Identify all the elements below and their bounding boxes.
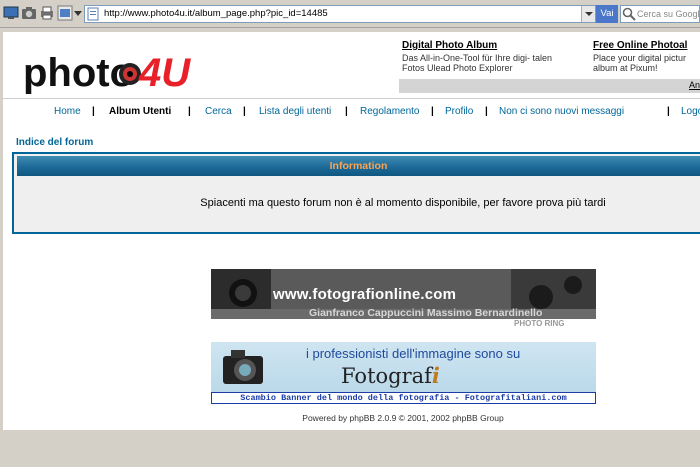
address-bar[interactable]: http://www.photo4u.it/album_page.php?pic… <box>84 5 596 23</box>
camera-icon <box>223 350 263 384</box>
ad-1-line: Fotos Ulead Photo Explorer <box>402 63 513 73</box>
nav-separator: | <box>667 106 670 117</box>
google-search-icon <box>622 7 636 21</box>
url-text[interactable]: http://www.photo4u.it/album_page.php?pic… <box>104 8 328 19</box>
banner-2-tagline: i professionisti dell'immagine sono su <box>306 346 521 361</box>
printer-icon[interactable] <box>39 5 55 21</box>
url-dropdown-button[interactable] <box>581 6 595 22</box>
nav-profilo[interactable]: Profilo <box>445 106 473 117</box>
powered-by-text: Powered by phpBB 2.0.9 © 2001, 2002 phpB… <box>302 413 504 423</box>
banner-2-brand: Fotografi <box>341 363 440 388</box>
nav-logout[interactable]: Logout [ c <box>681 106 700 117</box>
camera-icon[interactable] <box>21 5 37 21</box>
logo-4u-text: 4U <box>138 51 191 94</box>
nav-separator: | <box>243 106 246 117</box>
forum-index-link[interactable]: Indice del forum <box>16 137 93 148</box>
ad-bottom-strip <box>399 79 700 93</box>
nav-home[interactable]: Home <box>54 106 81 117</box>
photo4u-logo[interactable]: photo 4U <box>21 44 201 94</box>
browser-viewport: photo 4U Digital Photo Album Das All-in-… <box>0 28 700 467</box>
banner-2-footer: Scambio Banner del mondo della fotografi… <box>211 392 596 404</box>
header-divider <box>3 98 700 99</box>
ads-more-link[interactable]: An <box>689 80 700 90</box>
fotografi-banner[interactable]: i professionisti dell'immagine sono su F… <box>211 342 596 404</box>
dropdown-icon[interactable] <box>73 5 83 21</box>
nav-regolamento[interactable]: Regolamento <box>360 106 419 117</box>
ad-2[interactable]: Free Online Photoal Place your digital p… <box>593 41 687 74</box>
fotografionline-banner[interactable]: www.fotografionline.com Gianfranco Cappu… <box>211 269 596 319</box>
information-header: Information <box>17 156 700 176</box>
banner-2-brand-main: Fotograf <box>341 364 432 388</box>
ad-1-title[interactable]: Digital Photo Album <box>402 41 552 51</box>
banner-1-names: Gianfranco Cappuccini Massimo Bernardine… <box>309 307 543 319</box>
nav-messaggi[interactable]: Non ci sono nuovi messaggi <box>499 106 624 117</box>
banner-1-url: www.fotografionline.com <box>273 286 457 303</box>
ad-2-line: Place your digital pictur <box>593 53 687 63</box>
logo-photo-text: photo <box>23 51 134 94</box>
page-icon <box>87 7 99 21</box>
nav-separator: | <box>431 106 434 117</box>
nav-separator: | <box>345 106 348 117</box>
photo-ring-label: PHOTO RING <box>514 319 565 328</box>
nav-lista-utenti[interactable]: Lista degli utenti <box>259 106 331 117</box>
go-button[interactable]: Vai <box>596 5 618 23</box>
main-nav: Home | Album Utenti | Cerca | Lista degl… <box>3 106 700 122</box>
home-icon[interactable] <box>57 5 73 21</box>
search-input[interactable]: Cerca su Google <box>620 5 700 23</box>
browser-toolbar: http://www.photo4u.it/album_page.php?pic… <box>0 0 700 28</box>
ad-2-line: album at Pixum! <box>593 63 658 73</box>
nav-album-utenti[interactable]: Album Utenti <box>109 106 171 117</box>
information-message: Spiacenti ma questo forum non è al momen… <box>200 197 606 209</box>
ad-2-title[interactable]: Free Online Photoal <box>593 41 687 51</box>
information-title: Information <box>329 160 388 172</box>
nav-separator: | <box>188 106 191 117</box>
monitor-icon[interactable] <box>3 5 19 21</box>
banner-2-brand-i: i <box>431 363 440 388</box>
ad-bar: Digital Photo Album Das All-in-One-Tool … <box>399 40 700 93</box>
information-box: Information Spiacenti ma questo forum no… <box>12 152 700 234</box>
nav-separator: | <box>485 106 488 117</box>
nav-cerca[interactable]: Cerca <box>205 106 232 117</box>
ad-1-line: Das All-in-One-Tool für Ihre digi- talen <box>402 53 553 63</box>
web-page: photo 4U Digital Photo Album Das All-in-… <box>3 32 700 430</box>
nav-separator: | <box>92 106 95 117</box>
ad-1[interactable]: Digital Photo Album Das All-in-One-Tool … <box>402 41 553 74</box>
search-placeholder: Cerca su Google <box>637 9 700 19</box>
